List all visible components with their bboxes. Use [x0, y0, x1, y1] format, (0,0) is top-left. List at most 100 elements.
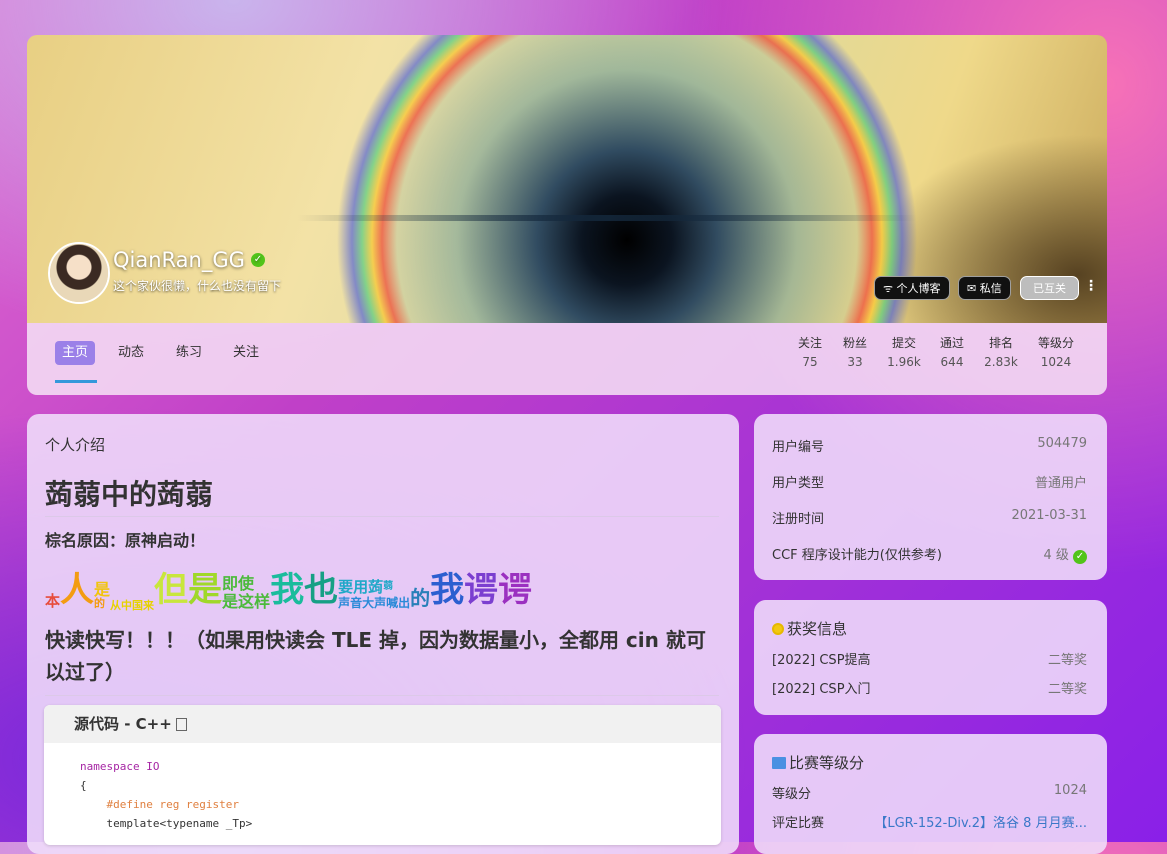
awards-title: 获奖信息 [772, 618, 847, 639]
rainbow-char: 我 [430, 570, 465, 610]
rainbow-char: 声 [374, 596, 387, 610]
awards-card: 获奖信息 [2022] CSP提高 二等奖 [2022] CSP入门 二等奖 [754, 600, 1107, 715]
rss-icon: ᯤ [883, 282, 894, 295]
flag-icon [772, 756, 786, 769]
blog-button-label: 个人博客 [896, 282, 941, 295]
stat-following[interactable]: 关注 75 [788, 334, 832, 369]
stat-submissions[interactable]: 提交 1.96k [882, 334, 926, 369]
rainbow-char: 声音大声喊出 [338, 595, 410, 611]
stat-label: 等级分 [1037, 336, 1074, 350]
rainbow-group: 从中国来 [110, 600, 154, 611]
award-label: [2022] CSP提高 [772, 653, 871, 668]
rainbow-char: 谔 [464, 570, 499, 610]
code-line: { [80, 779, 87, 792]
awards-title-text: 获奖信息 [787, 620, 848, 638]
rainbow-char: 蒻 [383, 581, 394, 592]
info-row-uid: 用户编号 504479 [772, 436, 1087, 455]
follow-status-button[interactable]: 已互关 [1020, 276, 1079, 300]
info-label: 用户类型 [772, 476, 825, 491]
username: QianRan_GG ✓ [113, 248, 265, 272]
rainbow-char: 是 [94, 580, 111, 599]
code-block: 源代码 - C++ namespace IO { #define reg reg… [44, 705, 721, 845]
rainbow-char: 国 [132, 599, 144, 612]
rainbow-char: 这 [238, 592, 255, 611]
rainbow-char: 中 [121, 599, 133, 612]
rainbow-char: 音 [350, 596, 363, 610]
rainbow-char: 是 [222, 592, 239, 611]
stat-value: 1.96k [887, 355, 921, 369]
code-header: 源代码 - C++ [44, 705, 721, 743]
rainbow-char: 即 [222, 574, 239, 593]
info-value: 504479 [1037, 436, 1087, 451]
active-tab-indicator [55, 380, 97, 383]
profile-nav: 主页 动态 练习 关注 关注 75 粉丝 33 提交 1.96k 通过 644 排名 2.… [27, 323, 1107, 395]
award-value: 二等奖 [1047, 682, 1087, 697]
info-label: 用户编号 [772, 440, 825, 455]
check-icon: ✓ [1073, 550, 1087, 564]
rainbow-char: 要用蒟蒻 [338, 579, 410, 595]
code-title: 源代码 - C++ [74, 715, 172, 733]
copy-icon[interactable] [175, 718, 187, 731]
rainbow-text: 本人是的从中国来 但是 即使 是这样 我也 要用蒟蒻 声音大声喊出 的我谔谔 [45, 562, 532, 611]
award-value: 二等奖 [1047, 653, 1087, 668]
stat-followers[interactable]: 粉丝 33 [833, 334, 877, 369]
rainbow-char: 我 [270, 570, 305, 610]
info-row-registered: 注册时间 2021-03-31 [772, 508, 1087, 527]
contest-label: 等级分 [772, 787, 812, 802]
contest-row-rated: 评定比赛 【LGR-152-Div.2】洛谷 8 月月赛... [772, 812, 1087, 831]
info-value: 4 级 [1043, 548, 1069, 563]
contest-value: 1024 [1053, 783, 1087, 798]
message-button-label: 私信 [979, 282, 1002, 295]
rainbow-char: 的 [410, 586, 431, 610]
tab-home[interactable]: 主页 [55, 341, 96, 365]
verified-icon: ✓ [250, 253, 265, 267]
intro-heading: 个人介绍 [45, 436, 106, 454]
award-icon [772, 622, 784, 635]
divider [45, 695, 719, 696]
info-value: 普通用户 [1034, 476, 1087, 491]
more-options-icon[interactable]: ⋮ [1084, 279, 1098, 293]
stat-rank: 排名 2.83k [979, 334, 1023, 369]
rainbow-char: 本 [45, 592, 61, 610]
contest-row-rating: 等级分 1024 [772, 783, 1087, 802]
contest-link[interactable]: 【LGR-152-Div.2】洛谷 8 月月赛... [874, 812, 1087, 831]
rainbow-group: 即使 是这样 [222, 575, 270, 611]
tab-activity[interactable]: 动态 [118, 341, 144, 365]
stat-label: 关注 [797, 336, 822, 350]
intro-title: 蒟蒻中的蒟蒻 [45, 478, 214, 511]
code-body: namespace IO { #define reg register temp… [58, 743, 707, 833]
rainbow-char: 用 [353, 578, 369, 596]
avatar-image [50, 244, 108, 302]
envelope-icon: ✉ [967, 282, 977, 295]
code-line: #define reg register [80, 798, 239, 811]
rainbow-char: 的 [94, 597, 106, 610]
award-row: [2022] CSP入门 二等奖 [772, 678, 1087, 697]
reason-text: 棕名原因：原神启动！ [45, 531, 206, 550]
stat-value: 1024 [1040, 355, 1072, 369]
rainbow-group: 是的 [94, 580, 111, 611]
rainbow-char: 使 [238, 574, 255, 593]
stat-rating: 等级分 1024 [1034, 334, 1078, 369]
contest-rating-card: 比赛等级分 等级分 1024 评定比赛 【LGR-152-Div.2】洛谷 8 月月… [754, 734, 1107, 854]
rainbow-char: 是 [188, 570, 223, 610]
rainbow-char: 出 [398, 596, 411, 610]
stat-label: 粉丝 [842, 336, 867, 350]
message-button[interactable]: ✉ 私信 [958, 276, 1011, 300]
info-label: 注册时间 [772, 512, 825, 527]
tab-following[interactable]: 关注 [233, 341, 259, 365]
rainbow-char: 来 [143, 599, 155, 612]
stat-accepted[interactable]: 通过 644 [930, 334, 974, 369]
rainbow-char: 要 [338, 578, 354, 596]
user-info-card: 用户编号 504479 用户类型 普通用户 注册时间 2021-03-31 CCF 程… [754, 414, 1107, 580]
stat-label: 通过 [939, 336, 964, 350]
blog-button[interactable]: ᯤ 个人博客 [874, 276, 950, 300]
rainbow-char: 喊 [386, 596, 399, 610]
stat-value: 75 [802, 355, 818, 369]
rainbow-char: 声 [338, 596, 351, 610]
tab-practice[interactable]: 练习 [176, 341, 202, 365]
rainbow-char: 从中国来 [110, 600, 154, 611]
avatar[interactable] [48, 242, 110, 304]
rainbow-char: 从 [110, 599, 122, 612]
divider [45, 516, 719, 517]
info-row-type: 用户类型 普通用户 [772, 472, 1087, 491]
